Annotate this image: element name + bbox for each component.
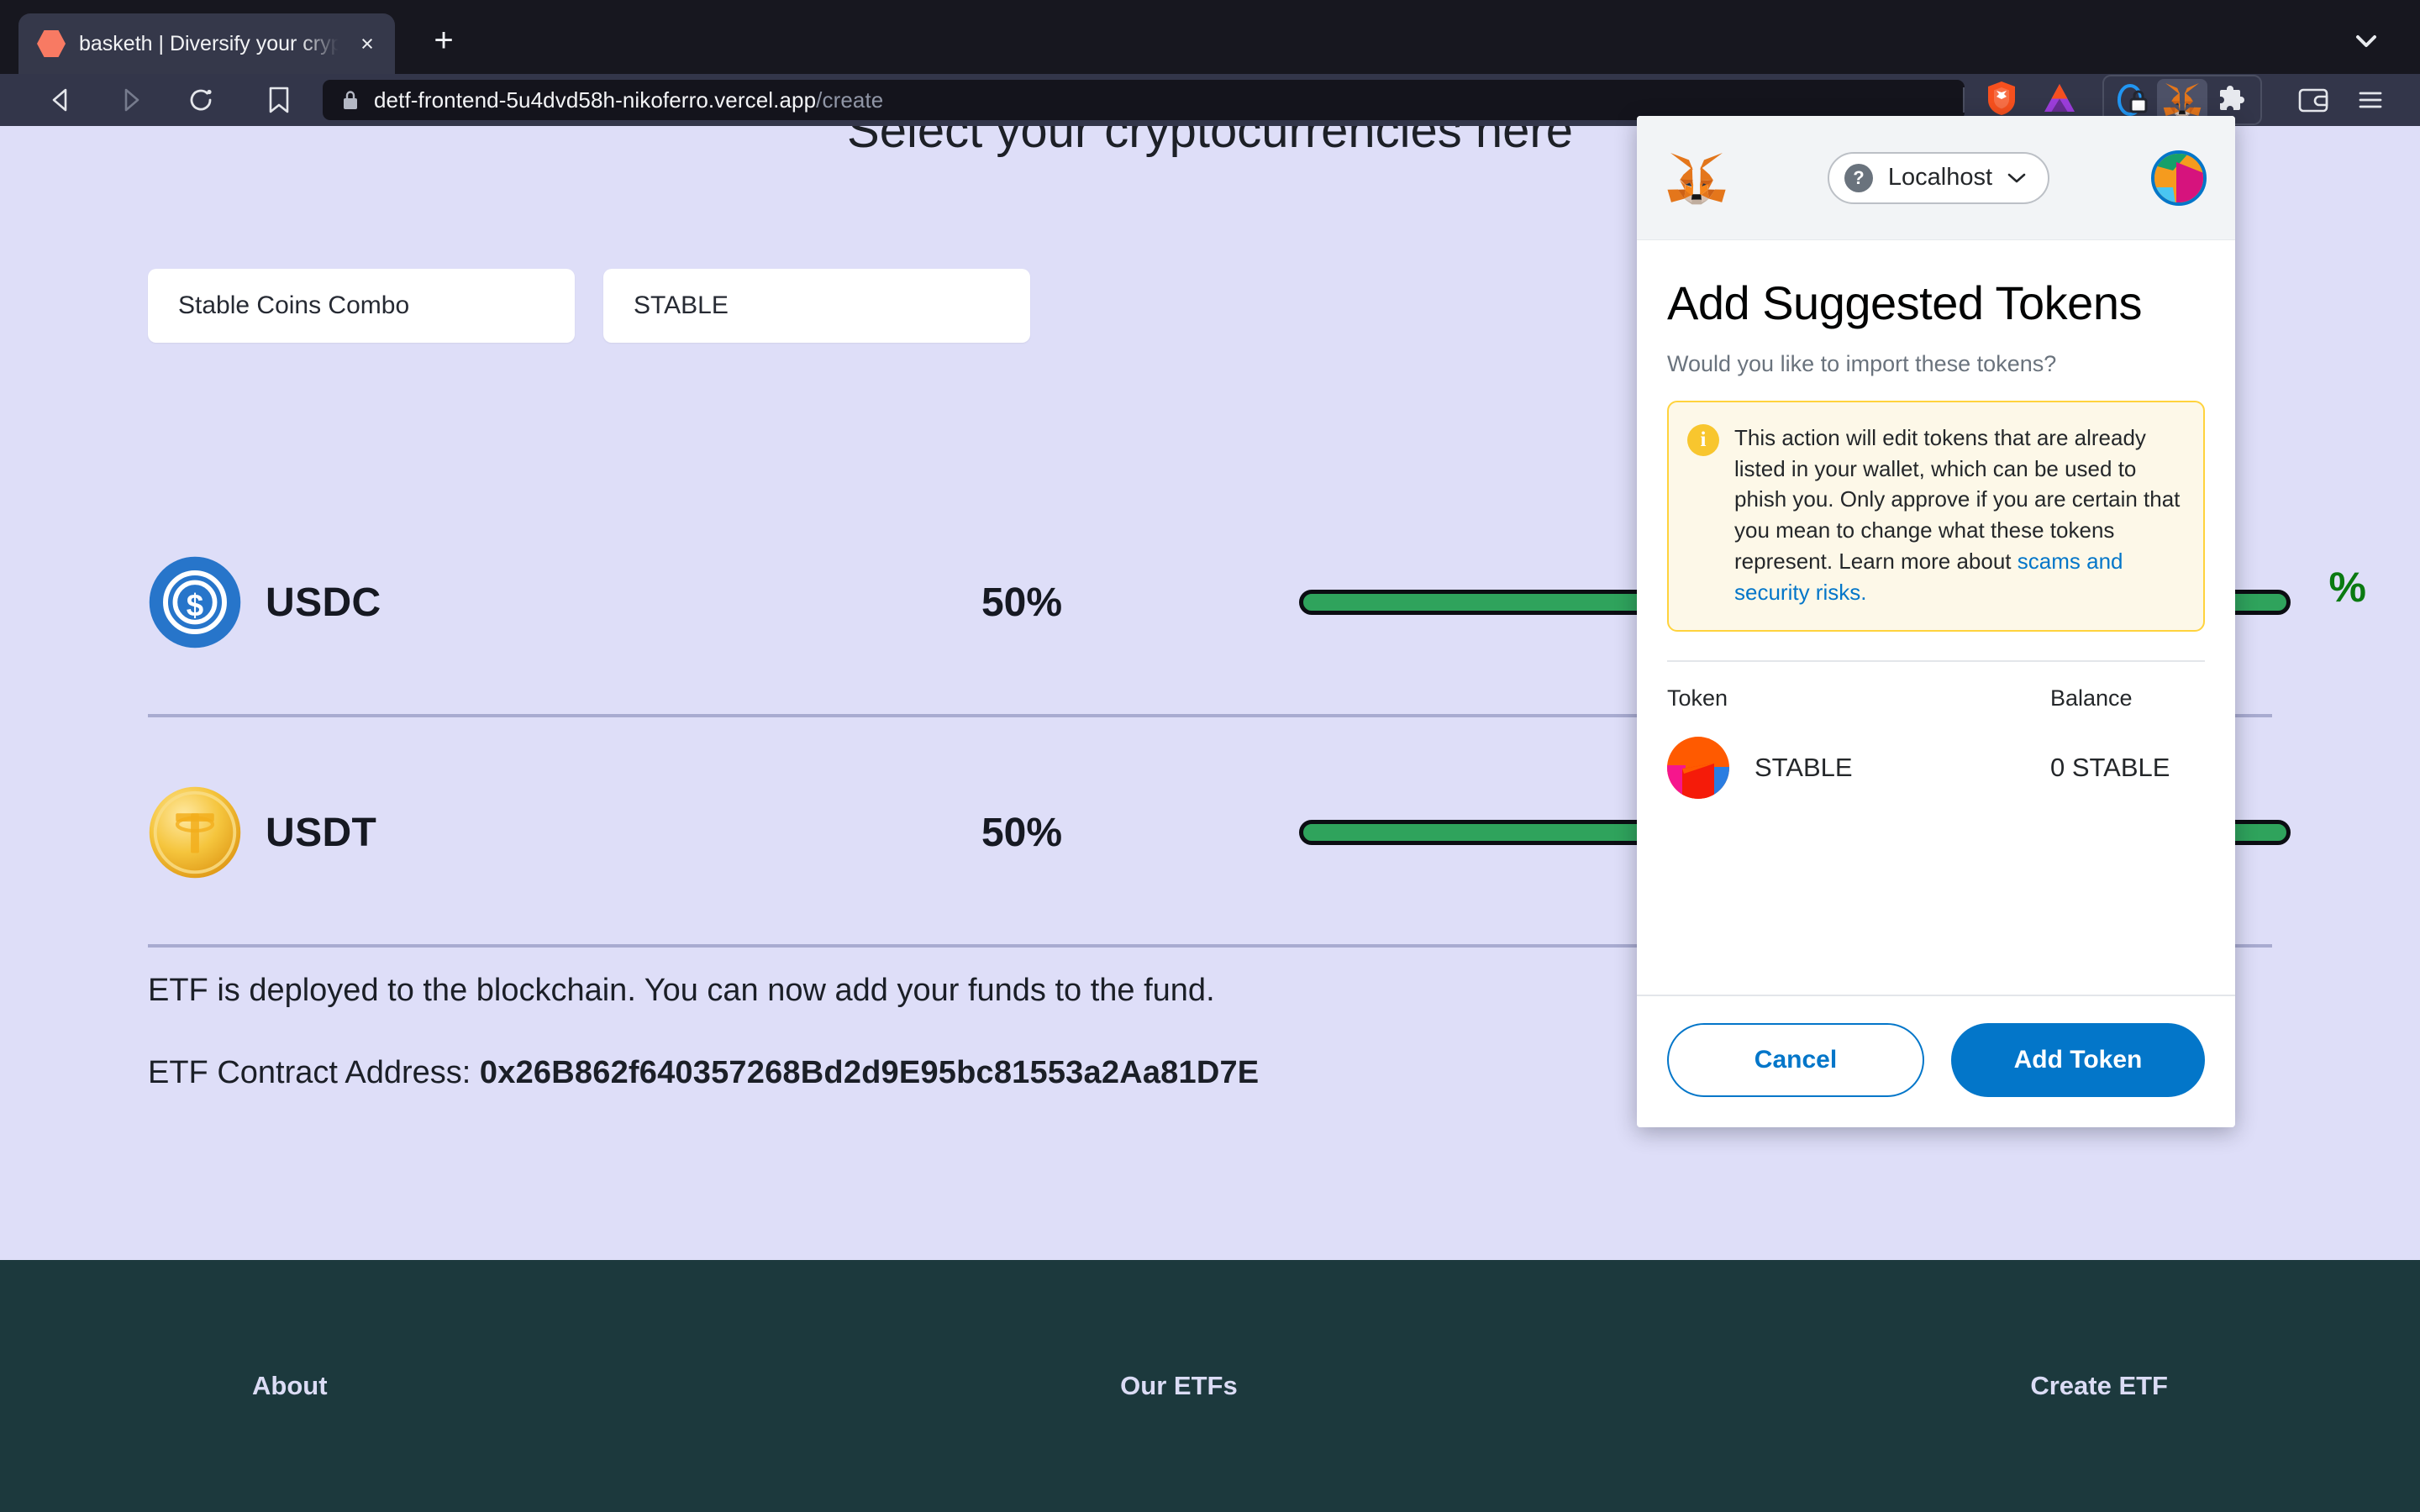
unknown-network-icon: ?	[1844, 163, 1873, 192]
footer-link-our-etfs[interactable]: Our ETFs	[1120, 1371, 1238, 1401]
forward-arrow-icon	[106, 81, 155, 119]
brave-rewards-icon[interactable]	[2042, 81, 2077, 119]
brave-shield-icon[interactable]	[1985, 80, 2018, 121]
reload-icon[interactable]	[176, 81, 225, 119]
table-header-row: Token Balance	[1667, 685, 2205, 711]
balance-column-header: Balance	[2050, 685, 2133, 711]
usdc-coin-icon: $	[148, 555, 242, 649]
dialog-subtitle: Would you like to import these tokens?	[1667, 350, 2057, 376]
cancel-button[interactable]: Cancel	[1667, 1023, 1924, 1097]
browser-tab[interactable]: basketh | Diversify your crypto i ×	[18, 13, 395, 74]
network-selector[interactable]: ? Localhost	[1827, 151, 2050, 204]
address-bar[interactable]: detf-frontend-5u4dvd58h-nikoferro.vercel…	[323, 80, 1965, 120]
footer-link-create-etf[interactable]: Create ETF	[2030, 1371, 2168, 1401]
contract-address-label: ETF Contract Address:	[148, 1055, 480, 1090]
metamask-popup: ? Localhost Add Suggested Tokens Would y…	[1637, 116, 2235, 1127]
usdt-coin-icon	[148, 785, 242, 879]
svg-text:$: $	[187, 588, 203, 622]
metamask-fox-icon	[1667, 151, 1726, 205]
etf-name-input[interactable]: Stable Coins Combo	[148, 269, 575, 343]
url-host: detf-frontend-5u4dvd58h-nikoferro.vercel…	[374, 87, 817, 113]
chevron-down-icon[interactable]	[2348, 22, 2385, 59]
phishing-warning-banner: i This action will edit tokens that are …	[1667, 400, 2205, 633]
screen: Select your cryptocurrencies here Stable…	[0, 0, 2420, 1512]
divider	[1963, 87, 1965, 113]
coin-percent-label: 50%	[981, 810, 1063, 855]
deploy-status-text: ETF is deployed to the blockchain. You c…	[148, 973, 1215, 1008]
browser-menu-icon[interactable]	[2346, 80, 2395, 120]
tab-title: basketh | Diversify your crypto i	[79, 31, 341, 55]
metamask-extension-icon[interactable]	[2157, 79, 2207, 121]
etf-symbol-input[interactable]: STABLE	[603, 269, 1030, 343]
coin-percent-label: 50%	[981, 580, 1063, 625]
table-row: STABLE 0 STABLE	[1667, 737, 2205, 800]
back-arrow-icon[interactable]	[37, 81, 86, 119]
chevron-down-icon	[2007, 172, 2026, 184]
contract-address-value[interactable]: 0x26B862f640357268Bd2d9E95bc81553a2Aa81D…	[480, 1055, 1259, 1090]
dialog-title: Add Suggested Tokens	[1667, 276, 2142, 329]
coin-identity: USDT	[148, 785, 803, 879]
token-cell: STABLE	[1667, 737, 2050, 800]
token-column-header: Token	[1667, 685, 1728, 711]
metamask-body: Add Suggested Tokens Would you like to i…	[1637, 240, 2235, 995]
url-text: detf-frontend-5u4dvd58h-nikoferro.vercel…	[374, 87, 883, 113]
token-balance: 0 STABLE	[2050, 753, 2170, 783]
token-symbol: STABLE	[1754, 753, 1853, 783]
new-tab-button[interactable]: +	[424, 22, 464, 62]
account-avatar[interactable]	[2151, 150, 2207, 206]
hexagon-favicon	[37, 30, 66, 57]
network-name: Localhost	[1887, 164, 1993, 191]
metamask-header: ? Localhost	[1637, 116, 2235, 240]
coin-symbol-label: USDC	[266, 580, 381, 625]
tab-strip: basketh | Diversify your crypto i × +	[0, 0, 2420, 74]
warning-text: This action will edit tokens that are al…	[1734, 423, 2181, 608]
browser-chrome: basketh | Diversify your crypto i × +	[0, 0, 2420, 126]
extensions-puzzle-icon[interactable]	[2207, 79, 2258, 121]
close-icon[interactable]: ×	[355, 31, 380, 56]
etf-form-fields: Stable Coins Combo STABLE	[148, 269, 1030, 343]
footer-nav: About Our ETFs Create ETF	[0, 1371, 2420, 1401]
site-footer: About Our ETFs Create ETF	[0, 1260, 2420, 1512]
lock-icon	[341, 89, 360, 111]
coin-symbol-label: USDT	[266, 810, 377, 855]
brave-actions	[1985, 80, 2077, 121]
add-token-button[interactable]: Add Token	[1951, 1023, 2205, 1097]
contract-address-line: ETF Contract Address: 0x26B862f640357268…	[148, 1055, 1259, 1091]
metamask-actions: Cancel Add Token	[1637, 995, 2235, 1127]
info-icon: i	[1687, 423, 1719, 456]
wallet-icon[interactable]	[2289, 80, 2338, 120]
privacy-lock-extension-icon[interactable]	[2107, 79, 2157, 121]
suggested-tokens-table: Token Balance STABLE 0 STABLE	[1667, 660, 2205, 800]
url-path: /create	[816, 87, 884, 113]
token-blockie-icon	[1667, 737, 1729, 800]
bookmark-icon[interactable]	[257, 81, 301, 119]
footer-link-about[interactable]: About	[252, 1371, 328, 1401]
coin-identity: $ USDC	[148, 555, 803, 649]
